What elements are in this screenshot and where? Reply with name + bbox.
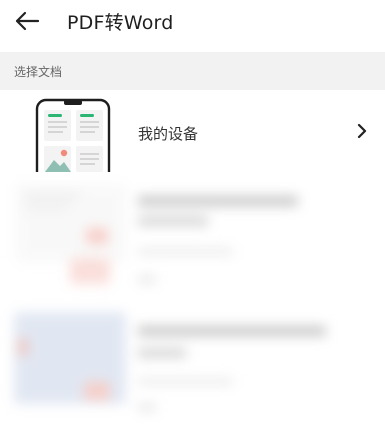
document-meta-placeholder [138, 378, 233, 385]
document-title-placeholder [138, 348, 186, 358]
document-meta-placeholder [138, 248, 233, 255]
chevron-right-icon [357, 123, 367, 139]
document-thumbnail [70, 258, 110, 284]
app-header: PDF转Word [0, 0, 385, 50]
document-meta-placeholder [138, 404, 156, 411]
back-button[interactable] [10, 6, 44, 36]
document-title-placeholder [138, 216, 208, 226]
page-title: PDF转Word [67, 12, 174, 34]
document-title-placeholder [138, 196, 298, 206]
my-device-label: 我的设备 [138, 125, 199, 143]
document-thumbnail [16, 184, 126, 262]
blurred-document-list [0, 172, 385, 432]
section-label: 选择文档 [14, 65, 63, 79]
document-title-placeholder [138, 326, 326, 336]
section-header: 选择文档 [0, 52, 385, 90]
phone-documents-illustration [35, 98, 111, 172]
my-device-row[interactable]: 我的设备 [0, 90, 385, 172]
arrow-left-icon [15, 11, 40, 31]
document-thumbnail [14, 312, 126, 404]
document-meta-placeholder [138, 276, 156, 283]
